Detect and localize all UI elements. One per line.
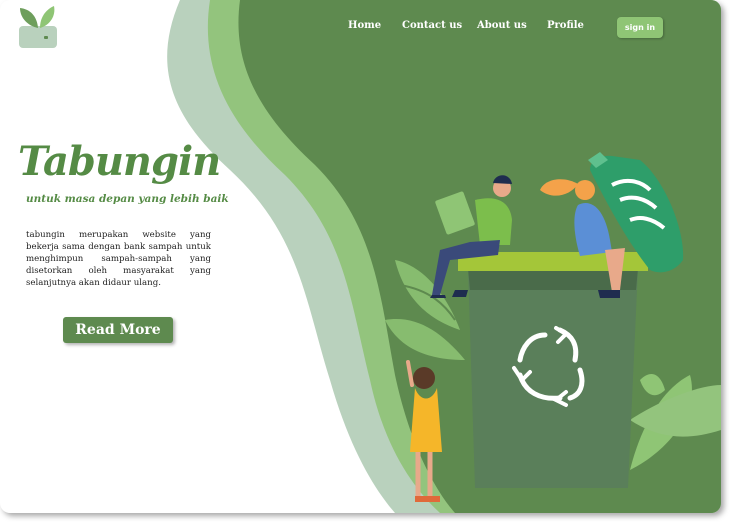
nav-about-link[interactable]: About us bbox=[477, 20, 527, 31]
top-navigation: Home Contact us About us Profile bbox=[0, 20, 721, 40]
landing-card: Home Contact us About us Profile sign in… bbox=[0, 0, 721, 513]
signin-button[interactable]: sign in bbox=[617, 17, 663, 38]
hero-description: tabungin merupakan website yang bekerja … bbox=[26, 230, 211, 288]
book-icon bbox=[435, 191, 475, 235]
child-figure bbox=[406, 360, 442, 502]
nav-home-link[interactable]: Home bbox=[348, 20, 381, 31]
recycling-illustration bbox=[385, 152, 721, 502]
leaves-right bbox=[630, 374, 721, 470]
hero-title: Tabungin bbox=[18, 138, 221, 185]
read-more-button[interactable]: Read More bbox=[63, 317, 173, 343]
nav-contact-link[interactable]: Contact us bbox=[402, 20, 462, 31]
trash-bin-body bbox=[468, 268, 638, 488]
nav-profile-link[interactable]: Profile bbox=[547, 20, 584, 31]
hero-subtitle: untuk masa depan yang lebih baik bbox=[26, 193, 229, 205]
leaves-left bbox=[385, 260, 465, 360]
